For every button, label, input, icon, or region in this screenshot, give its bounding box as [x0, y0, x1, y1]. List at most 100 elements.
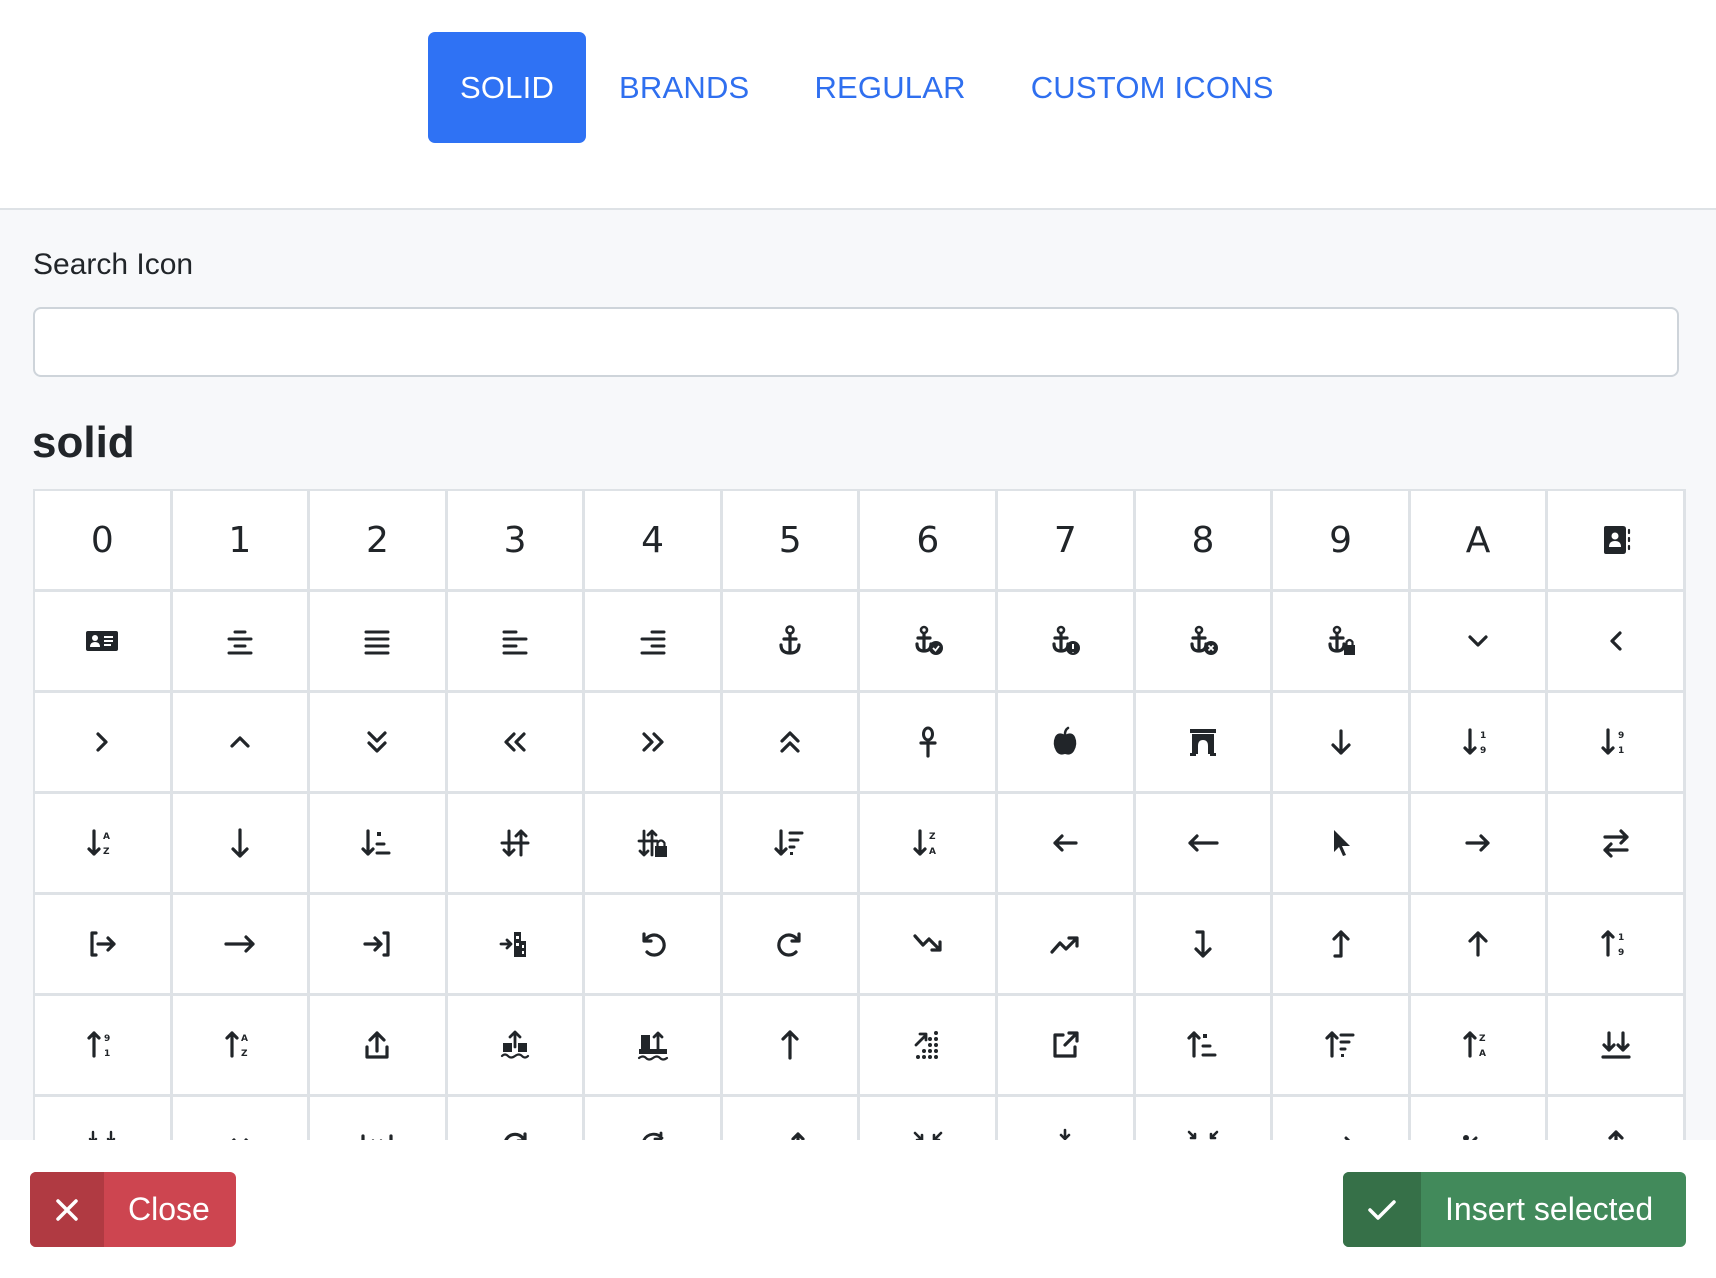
icon-cell-arrow-down-1-9[interactable]: 19 [1410, 693, 1549, 794]
icon-cell-arrow-up-from-bracket[interactable] [310, 996, 448, 1097]
icon-cell-arrows-split-up-and-left[interactable] [722, 1097, 861, 1140]
icon-cell-4[interactable]: 4 [585, 491, 723, 592]
icon-cell-5[interactable]: 5 [722, 491, 861, 592]
icon-cell-arrow-down-9-1[interactable]: 91 [1548, 693, 1686, 794]
close-button[interactable]: Close [30, 1172, 236, 1247]
angles-right-icon [633, 722, 673, 762]
icon-cell-arrows-left-right[interactable] [172, 1097, 311, 1140]
icon-cell-angle-up[interactable] [172, 693, 311, 794]
icon-cell-6[interactable]: 6 [860, 491, 999, 592]
icon-cell-3[interactable]: 3 [447, 491, 586, 592]
tab-regular[interactable]: REGULAR [782, 32, 997, 143]
icon-cell-arrow-down-z-a[interactable]: ZA [860, 794, 999, 895]
svg-text:1: 1 [1618, 746, 1624, 756]
icon-cell-a[interactable]: A [1410, 491, 1549, 592]
icon-cell-apple-whole[interactable] [998, 693, 1136, 794]
icon-cell-arrow-down-up-lock[interactable] [585, 794, 723, 895]
icon-cell-address-book[interactable] [1548, 491, 1686, 592]
icon-cell-archway[interactable] [1135, 693, 1274, 794]
icon-cell-angle-right[interactable] [35, 693, 173, 794]
icon-cell-arrows-up-down[interactable] [1548, 1097, 1686, 1140]
icon-cell-arrow-turn-up[interactable] [1273, 895, 1411, 996]
search-input[interactable] [33, 307, 1679, 377]
icon-cell-2[interactable]: 2 [310, 491, 448, 592]
icon-cell-arrows-turn-right[interactable] [1273, 1097, 1411, 1140]
tab-solid[interactable]: SOLID [428, 32, 587, 143]
icon-cell-arrows-to-dot[interactable] [998, 1097, 1136, 1140]
icon-cell-arrow-pointer[interactable] [1273, 794, 1411, 895]
icon-cell-anchor-circle-check[interactable] [860, 592, 999, 693]
icon-cell-arrow-rotate-right[interactable] [722, 895, 861, 996]
insert-selected-button[interactable]: Insert selected [1343, 1172, 1686, 1247]
icon-cell-anchor[interactable] [722, 592, 861, 693]
icon-cell-angles-up[interactable] [722, 693, 861, 794]
icon-cell-arrow-up-short-wide[interactable] [1135, 996, 1274, 1097]
check-icon [1343, 1172, 1421, 1247]
icon-cell-arrow-turn-down[interactable] [1135, 895, 1274, 996]
icon-cell-arrows-spin[interactable] [585, 1097, 723, 1140]
icon-cell-angles-left[interactable] [447, 693, 586, 794]
icon-cell-arrow-up-wide-short[interactable] [1273, 996, 1411, 1097]
icon-cell-arrows-turn-to-dots[interactable] [1410, 1097, 1549, 1140]
icon-cell-arrow-right[interactable] [1410, 794, 1549, 895]
icon-cell-arrow-up-from-water-pump[interactable] [585, 996, 723, 1097]
icon-cell-arrow-down-wide-short[interactable] [722, 794, 861, 895]
icon-cell-arrow-up-z-a[interactable]: ZA [1410, 996, 1549, 1097]
icon-cell-1[interactable]: 1 [172, 491, 311, 592]
arrows-turn-to-dots-icon [1458, 1126, 1498, 1140]
icon-cell-align-justify[interactable] [310, 592, 448, 693]
icon-cell-arrows-down-to-people[interactable] [35, 1097, 173, 1140]
icon-cell-arrow-up-long[interactable] [722, 996, 861, 1097]
icon-cell-align-left[interactable] [447, 592, 586, 693]
icon-cell-angles-down[interactable] [310, 693, 448, 794]
icon-cell-arrow-down-a-z[interactable]: AZ [35, 794, 173, 895]
icon-cell-arrows-to-eye[interactable] [1135, 1097, 1274, 1140]
icon-cell-arrow-rotate-left[interactable] [585, 895, 723, 996]
tab-custom-icons[interactable]: CUSTOM ICONS [999, 32, 1306, 143]
icon-cell-arrows-left-right-to-line[interactable] [310, 1097, 448, 1140]
icon-cell-arrow-right-long[interactable] [172, 895, 311, 996]
icon-cell-ankh[interactable] [860, 693, 999, 794]
icon-cell-arrow-up-from-ground-water[interactable] [447, 996, 586, 1097]
icon-cell-arrow-left-long[interactable] [1135, 794, 1274, 895]
icon-cell-arrow-right-to-city[interactable] [447, 895, 586, 996]
icon-cell-anchor-circle-xmark[interactable] [1135, 592, 1274, 693]
icon-cell-arrow-left[interactable] [998, 794, 1136, 895]
icon-cell-arrow-right-arrow-left[interactable] [1548, 794, 1686, 895]
icon-cell-align-center[interactable] [172, 592, 311, 693]
icon-cell-angle-left[interactable] [1548, 592, 1686, 693]
icon-cell-arrow-up-right-from-square[interactable] [998, 996, 1136, 1097]
icon-cell-arrow-down-short-wide[interactable] [310, 794, 448, 895]
svg-text:A: A [241, 1034, 248, 1044]
icon-cell-7[interactable]: 7 [998, 491, 1136, 592]
tab-brands[interactable]: BRANDS [587, 32, 781, 143]
icon-glyph-9: 9 [1329, 519, 1352, 561]
icon-cell-arrows-to-circle[interactable] [860, 1097, 999, 1140]
icon-cell-arrow-down-long[interactable] [172, 794, 311, 895]
icon-cell-8[interactable]: 8 [1135, 491, 1274, 592]
icon-cell-arrow-up-1-9[interactable]: 19 [1548, 895, 1686, 996]
icon-cell-arrow-trend-up[interactable] [998, 895, 1136, 996]
icon-cell-angles-right[interactable] [585, 693, 723, 794]
icon-cell-9[interactable]: 9 [1273, 491, 1411, 592]
icon-cell-arrows-down-to-line[interactable] [1548, 996, 1686, 1097]
icon-cell-arrow-down[interactable] [1273, 693, 1411, 794]
icon-cell-address-card[interactable] [35, 592, 173, 693]
arrow-up-icon [1458, 924, 1498, 964]
icon-cell-anchor-circle-exclamation[interactable] [998, 592, 1136, 693]
icon-cell-arrow-up-a-z[interactable]: AZ [172, 996, 311, 1097]
icon-cell-arrow-up[interactable] [1410, 895, 1549, 996]
icon-cell-arrow-up-right-dots[interactable] [860, 996, 999, 1097]
icon-cell-anchor-lock[interactable] [1273, 592, 1411, 693]
icon-cell-arrow-right-from-bracket[interactable] [35, 895, 173, 996]
icon-cell-0[interactable]: 0 [35, 491, 173, 592]
icon-glyph-5: 5 [778, 519, 802, 561]
icon-cell-arrow-down-up-across-line[interactable] [447, 794, 586, 895]
icon-picker-body[interactable]: Search Icon solid 0123456789A1991AZZA199… [0, 210, 1716, 1140]
icon-cell-align-right[interactable] [585, 592, 723, 693]
icon-cell-arrow-trend-down[interactable] [860, 895, 999, 996]
icon-cell-arrow-up-9-1[interactable]: 91 [35, 996, 173, 1097]
icon-cell-angle-down[interactable] [1410, 592, 1549, 693]
icon-cell-arrow-right-to-bracket[interactable] [310, 895, 448, 996]
icon-cell-arrows-rotate[interactable] [447, 1097, 586, 1140]
